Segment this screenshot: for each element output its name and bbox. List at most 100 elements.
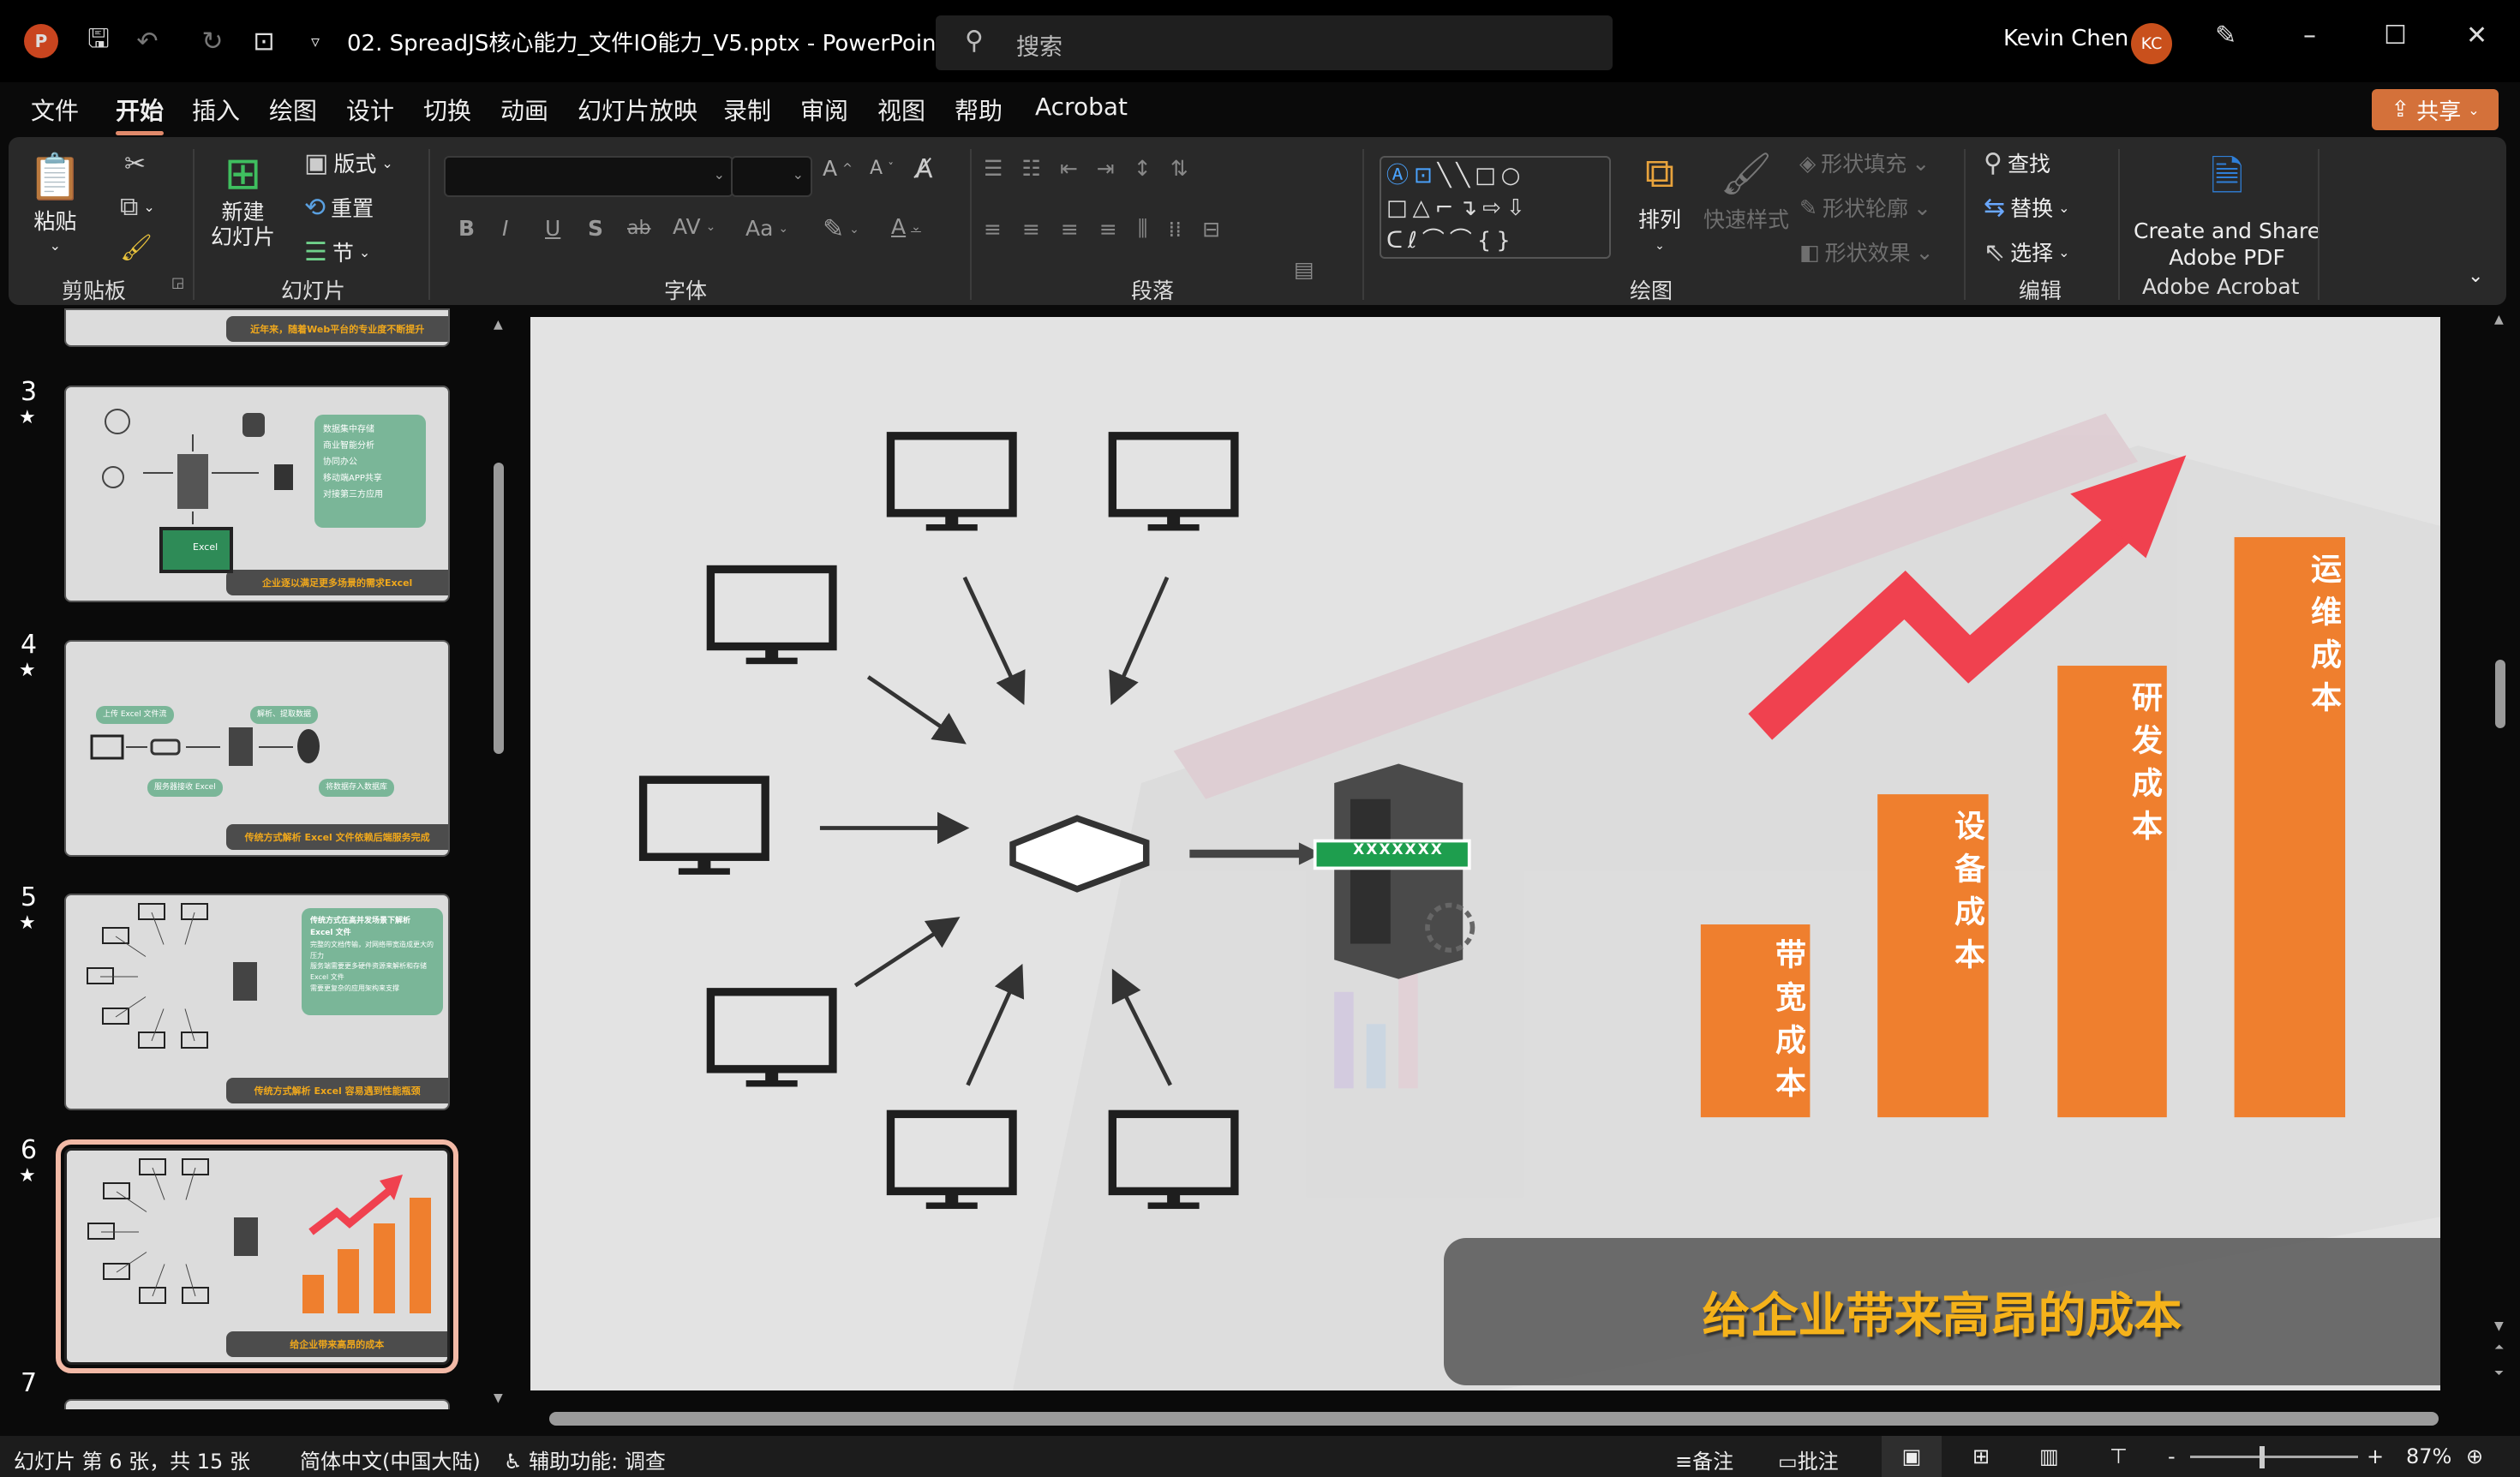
section-button[interactable]: ☰ 节 ⌄	[304, 236, 370, 267]
pen-icon[interactable]: ✎	[2215, 21, 2236, 51]
layout-button[interactable]: ▣ 版式 ⌄	[304, 147, 393, 178]
tab-acrobat[interactable]: Acrobat	[1035, 93, 1128, 121]
grow-font-button[interactable]: A ^	[823, 156, 853, 181]
arrange-button[interactable]: ⧉ 排列 ⌄	[1638, 149, 1681, 253]
slide-canvas[interactable]: XXXXXXX 带宽成本 设备成本 研发成本 运维成本 给企业带来高昂的成本	[530, 317, 2440, 1390]
new-slide-button[interactable]: ⊞ 新建 幻灯片	[211, 148, 275, 249]
columns-icon[interactable]: ⁞⁞	[1168, 217, 1182, 242]
tab-review[interactable]: 审阅	[800, 93, 848, 127]
slide-thumbnail-6[interactable]: 给企业带来高昂的成本	[56, 1139, 458, 1373]
tab-file[interactable]: 文件	[31, 93, 79, 127]
tab-slideshow[interactable]: 幻灯片放映	[578, 93, 697, 127]
accessibility-button[interactable]: ♿︎ 辅助功能: 调查	[504, 1444, 666, 1474]
font-name-select[interactable]: ⌄	[444, 156, 733, 197]
scrollbar-thumb[interactable]	[549, 1412, 2439, 1426]
change-case-button[interactable]: Aa ⌄	[745, 216, 788, 241]
close-icon[interactable]: ✕	[2466, 21, 2487, 51]
distributed-icon[interactable]: ⫼	[1138, 216, 1148, 242]
reading-view-button[interactable]: ▥	[2039, 1444, 2059, 1468]
shadow-button[interactable]: S	[588, 216, 603, 241]
tab-transitions[interactable]: 切换	[423, 93, 471, 127]
italic-button[interactable]: I	[502, 216, 508, 241]
align-center-icon[interactable]: ≡	[1022, 217, 1040, 242]
create-pdf-button[interactable]: 🗎 Create and Share Adobe PDF	[2134, 147, 2320, 270]
collapse-ribbon-icon[interactable]: ⌄	[2468, 266, 2483, 287]
next-slide-icon[interactable]: ⏷	[2494, 1366, 2504, 1380]
align-text-icon[interactable]: ⊟	[1202, 217, 1220, 242]
present-from-start-icon[interactable]: ⊡	[247, 24, 281, 58]
align-left-icon[interactable]: ≡	[984, 217, 1002, 242]
font-size-select[interactable]: ⌄	[731, 156, 812, 197]
line-spacing-icon[interactable]: ↕	[1134, 156, 1152, 181]
shape-outline-button[interactable]: ✎ 形状轮廓 ⌄	[1799, 192, 1931, 223]
zoom-out-button[interactable]: -	[2168, 1444, 2176, 1468]
underline-button[interactable]: U	[545, 216, 560, 241]
bullets-icon[interactable]: ☰	[984, 156, 1003, 181]
slide-thumbnail-3[interactable]: 数据集中存储 商业智能分析 协同办公 移动端APP共享 对接第三方应用 Exce…	[64, 386, 450, 602]
scroll-up-icon[interactable]: ▲	[494, 318, 503, 332]
avatar[interactable]: KC	[2131, 23, 2172, 64]
reset-button[interactable]: ⟲ 重置	[304, 192, 374, 223]
zoom-slider-thumb[interactable]	[2259, 1446, 2265, 1468]
scrollbar-thumb[interactable]	[2495, 660, 2505, 728]
cut-button[interactable]: ✂	[124, 149, 146, 179]
scroll-down-icon[interactable]: ▼	[2494, 1319, 2504, 1333]
zoom-slider[interactable]	[2190, 1446, 2358, 1468]
slide-thumbnail-5[interactable]: 传统方式在高并发场景下解析 Excel 文件 完整的文档传输，对网络带宽造成更大…	[64, 894, 450, 1110]
increase-indent-icon[interactable]: ⇥	[1097, 156, 1115, 181]
normal-view-button[interactable]: ▣	[1882, 1436, 1942, 1477]
text-direction-icon[interactable]: ⇅	[1170, 156, 1188, 181]
slide-thumbnail-7[interactable]	[64, 1399, 450, 1409]
slideshow-button[interactable]: ⊤	[2110, 1444, 2128, 1468]
shapes-row-3[interactable]: ᑕℓ⌒⌒{}	[1386, 228, 1516, 254]
maximize-icon[interactable]: ☐	[2384, 21, 2407, 51]
shape-effects-button[interactable]: ◧ 形状效果 ⌄	[1799, 236, 1934, 267]
scroll-down-icon[interactable]: ▼	[494, 1391, 503, 1405]
clear-formatting-button[interactable]: A̸	[915, 154, 933, 184]
search-box[interactable]: ⚲ 搜索	[936, 15, 1613, 70]
find-button[interactable]: ⚲ 查找	[1984, 147, 2050, 178]
highlight-button[interactable]: ✎ ⌄	[823, 214, 859, 244]
align-right-icon[interactable]: ≡	[1061, 217, 1079, 242]
dialog-launcher-icon[interactable]: ◲	[171, 274, 184, 290]
undo-icon[interactable]: ↶	[130, 24, 165, 58]
share-button[interactable]: ⇪ 共享 ⌄	[2372, 89, 2499, 130]
zoom-level[interactable]: 87%	[2406, 1444, 2451, 1468]
tab-view[interactable]: 视图	[877, 93, 925, 127]
font-color-button[interactable]: A ⌄	[891, 214, 921, 239]
thumbnail-scrollbar[interactable]: ▲ ▼	[490, 313, 509, 1405]
format-painter-button[interactable]: 🖌	[120, 233, 153, 263]
line-shape-icon[interactable]: ╲╲□○	[1438, 163, 1526, 188]
tab-help[interactable]: 帮助	[955, 93, 1003, 127]
slide-scrollbar[interactable]: ▲ ▼ ⏶ ⏷	[2489, 313, 2511, 1405]
textbox-shape-icon[interactable]: Ⓐ⊡	[1386, 163, 1438, 188]
redo-icon[interactable]: ↻	[195, 24, 230, 58]
slide-thumbnail-4[interactable]: 上传 Excel 文件流 解析、提取数据 服务器接收 Excel 将数据存入数据…	[64, 640, 450, 857]
decrease-indent-icon[interactable]: ⇤	[1060, 156, 1078, 181]
horizontal-scrollbar[interactable]	[536, 1408, 2489, 1430]
replace-button[interactable]: ⇆ 替换 ⌄	[1984, 192, 2070, 223]
numbering-icon[interactable]: ☷	[1021, 156, 1040, 181]
slide-sorter-button[interactable]: ⊞	[1972, 1444, 1990, 1468]
fit-to-window-icon[interactable]: ⊕	[2466, 1444, 2483, 1468]
tab-insert[interactable]: 插入	[192, 93, 240, 127]
smartart-icon[interactable]: ▤	[1294, 257, 1314, 282]
quick-styles-button[interactable]: 🖌 快速样式	[1703, 149, 1789, 234]
tab-animations[interactable]: 动画	[500, 93, 548, 127]
tab-draw[interactable]: 绘图	[269, 93, 317, 127]
tab-design[interactable]: 设计	[346, 93, 394, 127]
comments-button[interactable]: ▭批注	[1778, 1444, 1839, 1474]
tab-home[interactable]: 开始	[116, 93, 165, 135]
justify-icon[interactable]: ≡	[1099, 217, 1117, 242]
customize-toolbar-icon[interactable]: ▿	[298, 24, 332, 58]
zoom-in-button[interactable]: +	[2367, 1444, 2384, 1468]
scrollbar-thumb[interactable]	[494, 463, 504, 754]
minimize-icon[interactable]: –	[2303, 21, 2316, 51]
strikethrough-button[interactable]: ab	[627, 218, 650, 239]
paste-button[interactable]: 📋 粘贴 ⌄	[27, 151, 83, 254]
char-spacing-button[interactable]: AV ⌄	[673, 214, 715, 239]
slide-thumbnail-2[interactable]: 近年来，随着Web平台的专业度不断提升	[64, 308, 450, 347]
shape-fill-button[interactable]: ◈ 形状填充 ⌄	[1799, 147, 1930, 178]
scroll-up-icon[interactable]: ▲	[2494, 313, 2504, 326]
copy-button[interactable]: ⧉ ⌄	[120, 192, 155, 222]
